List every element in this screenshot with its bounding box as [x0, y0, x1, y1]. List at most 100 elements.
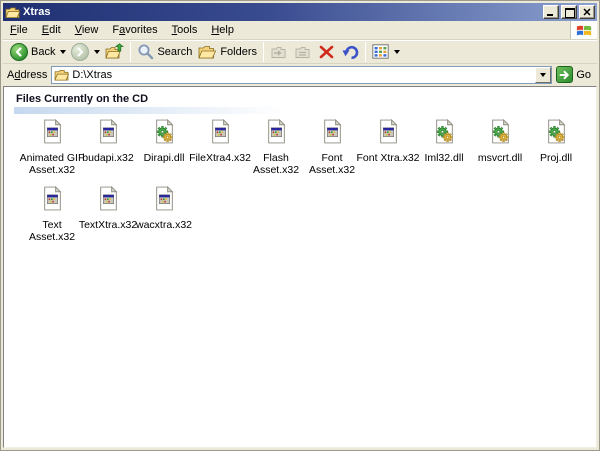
views-button[interactable] [369, 43, 392, 60]
views-dropdown-icon[interactable] [394, 49, 401, 54]
x32-document-icon [98, 185, 119, 216]
file-item[interactable]: Font Asset.x32 [304, 118, 360, 176]
search-label: Search [157, 45, 193, 58]
folder-content: Files Currently on the CD Animated GIF A… [3, 86, 597, 448]
file-item[interactable]: msvcrt.dll [472, 118, 528, 164]
menu-item[interactable]: View [68, 22, 106, 38]
dll-gears-icon [154, 118, 175, 149]
file-label: Font Xtra.x32 [356, 152, 420, 164]
file-grid: Animated GIF Asset.x32 budapi.x32 Dirapi… [4, 114, 596, 243]
file-label: Proj.dll [539, 152, 573, 164]
file-label: TextXtra.x32 [78, 219, 138, 231]
back-dropdown-icon[interactable] [60, 49, 67, 54]
toolbar: Back Search Folders [3, 40, 597, 64]
delete-button[interactable] [315, 43, 338, 61]
delete-x-icon [319, 45, 334, 58]
file-item[interactable]: TextXtra.x32 [78, 185, 138, 231]
address-dropdown-button[interactable] [535, 66, 552, 83]
go-label: Go [576, 68, 591, 81]
views-grid-icon [372, 44, 389, 59]
menu-item[interactable]: Tools [165, 22, 205, 38]
close-button[interactable] [579, 5, 595, 19]
maximize-button[interactable] [561, 5, 577, 19]
file-item[interactable]: Text Asset.x32 [24, 185, 80, 243]
folders-button[interactable]: Folders [195, 43, 260, 61]
windows-logo-panel [570, 21, 597, 39]
undo-arrow-icon [342, 45, 359, 59]
file-item[interactable]: FileXtra4.x32 [189, 118, 251, 164]
up-folder-icon [105, 42, 125, 58]
file-item[interactable]: Dirapi.dll [136, 118, 192, 164]
file-item[interactable]: budapi.x32 [80, 118, 136, 164]
file-label: FileXtra4.x32 [189, 152, 251, 164]
close-icon [583, 8, 591, 16]
folder-icon [5, 6, 20, 18]
file-label: Animated GIF Asset.x32 [19, 152, 85, 176]
explorer-window: Xtras File Edit View Favorites Tools Hel… [0, 0, 600, 451]
file-item[interactable]: Font Xtra.x32 [356, 118, 420, 164]
go-button[interactable]: Go [556, 66, 595, 83]
dll-gears-icon [490, 118, 511, 149]
undo-button[interactable] [338, 43, 362, 61]
window-title: Xtras [23, 6, 51, 18]
menu-items: File Edit View Favorites Tools Help [3, 21, 570, 39]
x32-document-icon [266, 118, 287, 149]
file-label: Iml32.dll [424, 152, 464, 164]
back-label: Back [31, 45, 56, 58]
file-label: msvcrt.dll [477, 152, 523, 164]
x32-document-icon [42, 118, 63, 149]
file-label: Font Asset.x32 [308, 152, 356, 176]
address-folder-icon [54, 69, 70, 80]
file-item[interactable]: Animated GIF Asset.x32 [20, 118, 84, 176]
menu-item[interactable]: File [3, 22, 35, 38]
folders-icon [198, 45, 217, 58]
forward-button [68, 42, 92, 62]
file-item[interactable]: wacxtra.x32 [135, 185, 193, 231]
menu-bar: File Edit View Favorites Tools Help [3, 21, 597, 40]
file-label: Dirapi.dll [143, 152, 185, 164]
group-header-rule [14, 107, 286, 114]
address-input[interactable]: D:\Xtras [72, 69, 535, 81]
dll-gears-icon [434, 118, 455, 149]
toolbar-separator [130, 41, 132, 62]
group-header: Files Currently on the CD [16, 93, 149, 105]
search-icon [138, 44, 154, 60]
toolbar-separator [263, 41, 265, 62]
copy-to-folder-icon [295, 46, 310, 58]
file-label: Text Asset.x32 [28, 219, 76, 243]
menu-item[interactable]: Favorites [105, 22, 164, 38]
x32-document-icon [210, 118, 231, 149]
x32-document-icon [322, 118, 343, 149]
chevron-down-icon [540, 72, 547, 77]
address-bar: Address D:\Xtras Go [3, 64, 597, 86]
move-to-folder-icon [271, 46, 286, 58]
move-to-button [267, 43, 291, 61]
up-button[interactable] [102, 42, 127, 62]
file-label: Flash Asset.x32 [252, 152, 300, 176]
file-item[interactable]: Flash Asset.x32 [248, 118, 304, 176]
windows-logo-icon [576, 25, 592, 35]
address-combo[interactable]: D:\Xtras [51, 65, 553, 84]
back-icon [10, 42, 28, 61]
back-button[interactable]: Back [7, 42, 58, 62]
file-label: wacxtra.x32 [135, 219, 193, 231]
copy-to-button [291, 43, 315, 61]
address-label: Address [7, 68, 48, 81]
x32-document-icon [378, 118, 399, 149]
search-button[interactable]: Search [134, 42, 195, 61]
go-arrow-icon [556, 66, 574, 83]
menu-item[interactable]: Edit [35, 22, 68, 38]
file-label: budapi.x32 [82, 152, 134, 164]
x32-document-icon [42, 185, 63, 216]
forward-dropdown-icon [94, 49, 101, 54]
toolbar-separator [365, 41, 367, 62]
file-item[interactable]: Iml32.dll [416, 118, 472, 164]
x32-document-icon [98, 118, 119, 149]
minimize-button[interactable] [543, 5, 559, 19]
title-bar: Xtras [3, 3, 597, 21]
x32-document-icon [154, 185, 175, 216]
menu-item[interactable]: Help [204, 22, 241, 38]
folders-label: Folders [220, 45, 258, 58]
forward-icon [71, 42, 90, 61]
file-item[interactable]: Proj.dll [528, 118, 584, 164]
